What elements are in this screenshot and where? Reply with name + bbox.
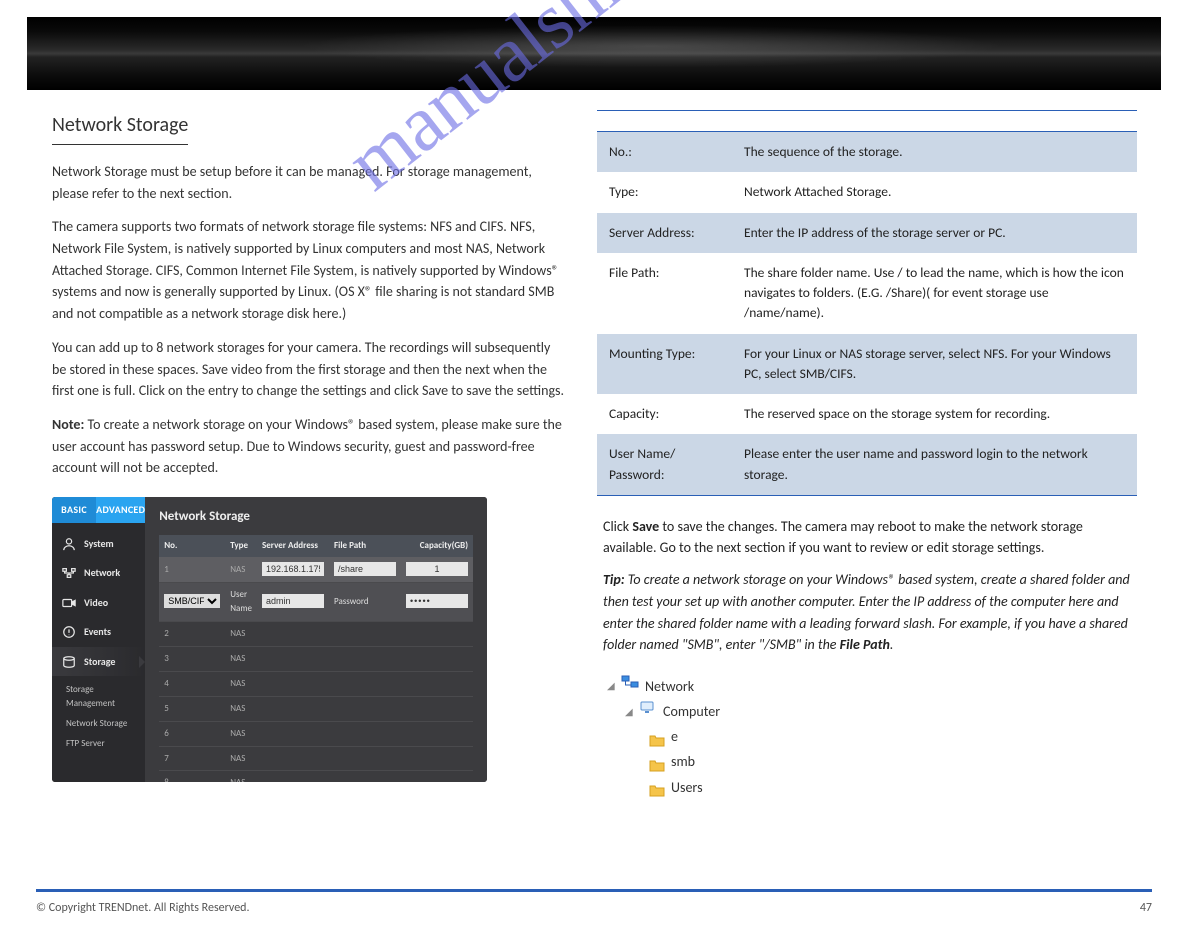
table-row[interactable]: 4NAS: [159, 671, 473, 696]
computer-icon: [639, 699, 657, 724]
panel-title: Network Storage: [159, 507, 473, 527]
param-row: No.:The sequence of the storage.: [597, 132, 1137, 173]
footer-page: 47: [1140, 901, 1152, 915]
note-title: Note:: [52, 416, 84, 433]
ui-main-panel: Network Storage No. Type Server Address …: [145, 497, 487, 782]
network-icon: [62, 566, 76, 580]
caret-icon: ◢: [625, 703, 633, 721]
embedded-ui-screenshot: BASIC ADVANCED System Network: [52, 497, 487, 782]
table-row[interactable]: 1 NAS: [159, 557, 473, 582]
tree-label: Users: [671, 775, 703, 800]
col-path: File Path: [329, 535, 401, 557]
table-row[interactable]: 3NAS: [159, 646, 473, 671]
subnav-sm[interactable]: Storage Management: [66, 680, 141, 714]
tree-label: smb: [671, 749, 695, 774]
param-row: Type:Network Attached Storage.: [597, 172, 1137, 212]
param-row: Capacity:The reserved space on the stora…: [597, 394, 1137, 434]
nav-label: System: [84, 536, 114, 552]
folder-icon: [649, 730, 665, 744]
intro-note: Note: To create a network storage on you…: [52, 414, 567, 479]
folder-icon: [649, 755, 665, 769]
nav-network[interactable]: Network: [52, 558, 145, 588]
intro-p3: You can add up to 8 network storages for…: [52, 337, 567, 402]
tab-advanced[interactable]: ADVANCED: [96, 497, 145, 523]
param-row: User Name/ Password:Please enter the use…: [597, 434, 1137, 495]
table-row[interactable]: 5NAS: [159, 696, 473, 721]
folder-icon: [649, 780, 665, 794]
system-icon: [62, 537, 76, 551]
footer-copyright: © Copyright TRENDnet. All Rights Reserve…: [36, 901, 250, 915]
file-path-input[interactable]: [334, 562, 396, 576]
table-row-credentials: SMB/CIFS User Name Password: [159, 582, 473, 621]
capacity-input[interactable]: [406, 562, 468, 576]
server-address-input[interactable]: [262, 562, 324, 576]
mount-type-select[interactable]: SMB/CIFS: [164, 594, 220, 608]
col-type: Type: [225, 535, 257, 557]
tree-label: e: [671, 724, 678, 749]
caret-icon: ◢: [607, 677, 615, 695]
table-row[interactable]: 6NAS: [159, 721, 473, 746]
tree-folder[interactable]: e: [649, 724, 1137, 749]
tree-computer[interactable]: ◢ Computer: [625, 699, 1137, 724]
left-column: Network Storage Network Storage must be …: [27, 110, 567, 800]
parameter-table: No.:The sequence of the storage. Type:Ne…: [597, 110, 1137, 496]
nav-label: Events: [84, 624, 111, 640]
network-node-icon: [621, 674, 639, 699]
events-icon: [62, 625, 76, 639]
nav-storage[interactable]: Storage: [52, 647, 145, 677]
col-cap: Capacity(GB): [401, 535, 473, 557]
nav-video[interactable]: Video: [52, 588, 145, 618]
tree-folder[interactable]: Users: [649, 775, 1137, 800]
col-no: No.: [159, 535, 225, 557]
table-row[interactable]: 7NAS: [159, 746, 473, 771]
network-storage-table: No. Type Server Address File Path Capaci…: [159, 535, 473, 782]
post-note: Click Save to save the changes. The came…: [597, 516, 1137, 656]
param-row: Server Address:Enter the IP address of t…: [597, 213, 1137, 253]
tree-label: Network: [645, 674, 694, 699]
tab-basic[interactable]: BASIC: [52, 497, 96, 523]
right-column: No.:The sequence of the storage. Type:Ne…: [597, 110, 1137, 800]
note-body: To create a network storage on your Wind…: [52, 416, 562, 476]
username-input[interactable]: [262, 594, 324, 608]
subnav-ns[interactable]: Network Storage: [66, 714, 141, 734]
intro-p2: The camera supports two formats of netwo…: [52, 216, 567, 324]
footer-rule: [36, 889, 1152, 892]
nav-label: Video: [84, 595, 108, 611]
cell-no: 1: [159, 557, 225, 582]
nav-events[interactable]: Events: [52, 617, 145, 647]
footer: © Copyright TRENDnet. All Rights Reserve…: [36, 901, 1152, 915]
nav-label: Storage: [84, 654, 115, 670]
storage-icon: [62, 655, 76, 669]
video-icon: [62, 596, 76, 610]
tree-network[interactable]: ◢ Network: [607, 674, 1137, 699]
folder-tree: ◢ Network ◢ Computer e smb: [607, 674, 1137, 800]
ui-sidebar: BASIC ADVANCED System Network: [52, 497, 145, 782]
table-row[interactable]: 2NAS: [159, 621, 473, 646]
nav-label: Network: [84, 565, 120, 581]
section-title: Network Storage: [52, 110, 188, 145]
param-row: Mounting Type:For your Linux or NAS stor…: [597, 334, 1137, 395]
password-input[interactable]: [406, 594, 468, 608]
table-row[interactable]: 8NAS: [159, 771, 473, 782]
intro-p1: Network Storage must be setup before it …: [52, 161, 567, 204]
pass-label: Password: [329, 582, 401, 621]
nav-system[interactable]: System: [52, 529, 145, 559]
cell-type: NAS: [225, 557, 257, 582]
top-banner: [27, 17, 1161, 90]
tree-label: Computer: [663, 699, 720, 724]
nav-storage-sub: Storage Management Network Storage FTP S…: [52, 676, 145, 758]
param-row: File Path:The share folder name. Use / t…: [597, 253, 1137, 334]
user-label: User Name: [225, 582, 257, 621]
col-addr: Server Address: [257, 535, 329, 557]
tree-folder[interactable]: smb: [649, 749, 1137, 774]
subnav-ftp[interactable]: FTP Server: [66, 734, 141, 754]
